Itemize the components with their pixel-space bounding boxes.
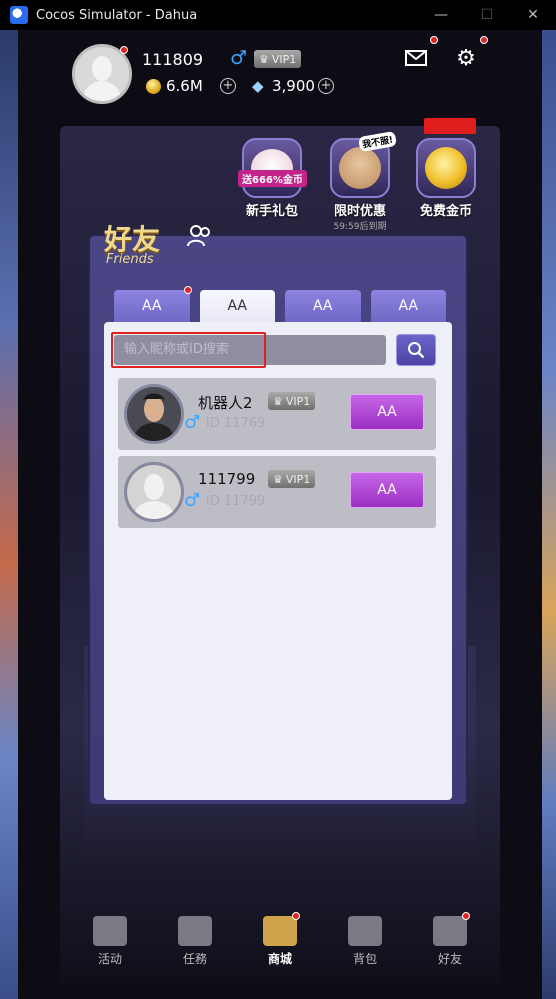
add-gold-button[interactable]: + [220, 78, 236, 94]
player-name: 111809 [142, 50, 204, 69]
crown-icon: ♛ [259, 52, 269, 66]
vip-badge: ♛ VIP1 [268, 392, 316, 410]
friend-row: ♂ 111799 ♛ VIP1 ID 11799 AA [118, 456, 436, 528]
vip-label: VIP1 [271, 52, 297, 66]
friends-tabs: AA AA AA AA [114, 290, 446, 322]
nav-activity[interactable]: 活动 [80, 916, 140, 976]
nav-label: 任務 [182, 952, 207, 966]
male-icon: ♂ [230, 47, 248, 69]
vip-label: VIP1 [285, 394, 311, 408]
tab-notification-dot [184, 286, 192, 294]
lucky-cat-icon: 送666%金币 [238, 138, 307, 198]
newbie-pack-promo[interactable]: 送666%金币 新手礼包 [232, 138, 312, 219]
gear-icon: ⚙ [456, 45, 476, 71]
friend-id: ID 11799 [206, 494, 266, 509]
avatar-notification-dot [120, 46, 128, 54]
nav-shop[interactable]: 商城 [250, 912, 310, 976]
settings-button[interactable]: ⚙ [448, 42, 484, 74]
window-controls: — ☐ ✕ [418, 0, 556, 30]
photo-avatar-icon [127, 387, 181, 441]
tab-friends-2[interactable]: AA [199, 290, 275, 322]
tab-friends-4[interactable]: AA [370, 290, 446, 322]
title-bar: Cocos Simulator - Dahua — ☐ ✕ [0, 0, 556, 30]
minimize-button[interactable]: — [418, 0, 464, 30]
game-stage: 111809 ♂ ♛ VIP1 6.6M + ◆ 3,900 + ⚙ 送666%金… [18, 30, 542, 999]
male-icon: ♂ [184, 412, 201, 433]
gold-coins-icon [416, 118, 476, 198]
cocos-app-icon [10, 6, 28, 24]
male-icon: ♂ [184, 490, 201, 511]
search-highlight-box [111, 332, 266, 368]
offer-face-icon: 我不服! [330, 130, 398, 198]
tab-friends-1[interactable]: AA [114, 290, 190, 322]
gold-coin-icon [146, 79, 161, 94]
calendar-star-icon [93, 916, 127, 946]
settings-notification-dot [480, 36, 488, 44]
friends-logo: 好友 Friends [104, 218, 224, 274]
tab-friends-3[interactable]: AA [285, 290, 361, 322]
mail-icon [405, 50, 427, 66]
diamond-icon: ◆ [252, 77, 264, 95]
red-tag [424, 118, 476, 134]
nav-label: 背包 [352, 952, 377, 966]
backpack-icon [348, 916, 382, 946]
diamond-amount: 3,900 [272, 77, 315, 95]
limited-offer-promo[interactable]: 我不服! 限时优惠 59:59后到期 [320, 130, 400, 232]
gold-amount: 6.6M [166, 77, 203, 95]
promo-ribbon: 送666%金币 [238, 170, 307, 187]
shop-notification-dot [292, 912, 300, 920]
simulator-window: Cocos Simulator - Dahua — ☐ ✕ 111809 ♂ ♛… [0, 0, 556, 999]
close-button[interactable]: ✕ [510, 0, 556, 30]
nav-tasks[interactable]: 任務 [165, 916, 225, 976]
nav-label: 商城 [267, 952, 292, 966]
free-gold-promo[interactable]: 免费金币 [406, 118, 486, 219]
mail-button[interactable] [398, 42, 434, 74]
crown-icon: ♛ [273, 394, 283, 408]
people-icon [187, 225, 210, 247]
search-button[interactable] [396, 334, 436, 366]
search-icon [408, 342, 425, 359]
friend-action-button[interactable]: AA [350, 472, 424, 508]
friend-name: 机器人2 [198, 394, 253, 412]
task-checklist-icon [178, 916, 212, 946]
friends-title-en: Friends [106, 252, 154, 267]
friend-avatar[interactable] [124, 384, 184, 444]
window-title: Cocos Simulator - Dahua [36, 7, 198, 23]
shopping-cart-icon [263, 916, 297, 946]
friend-action-button[interactable]: AA [350, 394, 424, 430]
offer-timer: 59:59后到期 [333, 222, 387, 232]
nav-label: 好友 [437, 952, 462, 966]
promo-label: 新手礼包 [245, 204, 298, 219]
bottom-nav: 活动 任務 商城 背包 好友 [80, 912, 480, 976]
friend-name: 111799 [198, 470, 256, 488]
silhouette-icon [127, 465, 181, 519]
nav-friends[interactable]: 好友 [420, 912, 480, 976]
vip-badge: ♛ VIP1 [268, 470, 316, 488]
vip-label: VIP1 [285, 472, 311, 486]
nav-bag[interactable]: 背包 [335, 916, 395, 976]
friend-avatar[interactable] [124, 462, 184, 522]
nav-label: 活动 [97, 952, 122, 966]
desktop-left-edge [0, 30, 18, 999]
promo-label: 免费金币 [419, 204, 472, 219]
crown-icon: ♛ [273, 472, 283, 486]
mail-notification-dot [430, 36, 438, 44]
friend-row: ♂ 机器人2 ♛ VIP1 ID 11769 AA [118, 378, 436, 450]
friend-id: ID 11769 [206, 416, 266, 431]
silhouette-icon [75, 47, 129, 101]
promo-label: 限时优惠 [333, 204, 386, 219]
vip-badge: ♛ VIP1 [254, 50, 302, 68]
people-icon [433, 916, 467, 946]
desktop-right-edge [542, 30, 556, 999]
maximize-button[interactable]: ☐ [464, 0, 510, 30]
add-diamond-button[interactable]: + [318, 78, 334, 94]
friends-notification-dot [462, 912, 470, 920]
